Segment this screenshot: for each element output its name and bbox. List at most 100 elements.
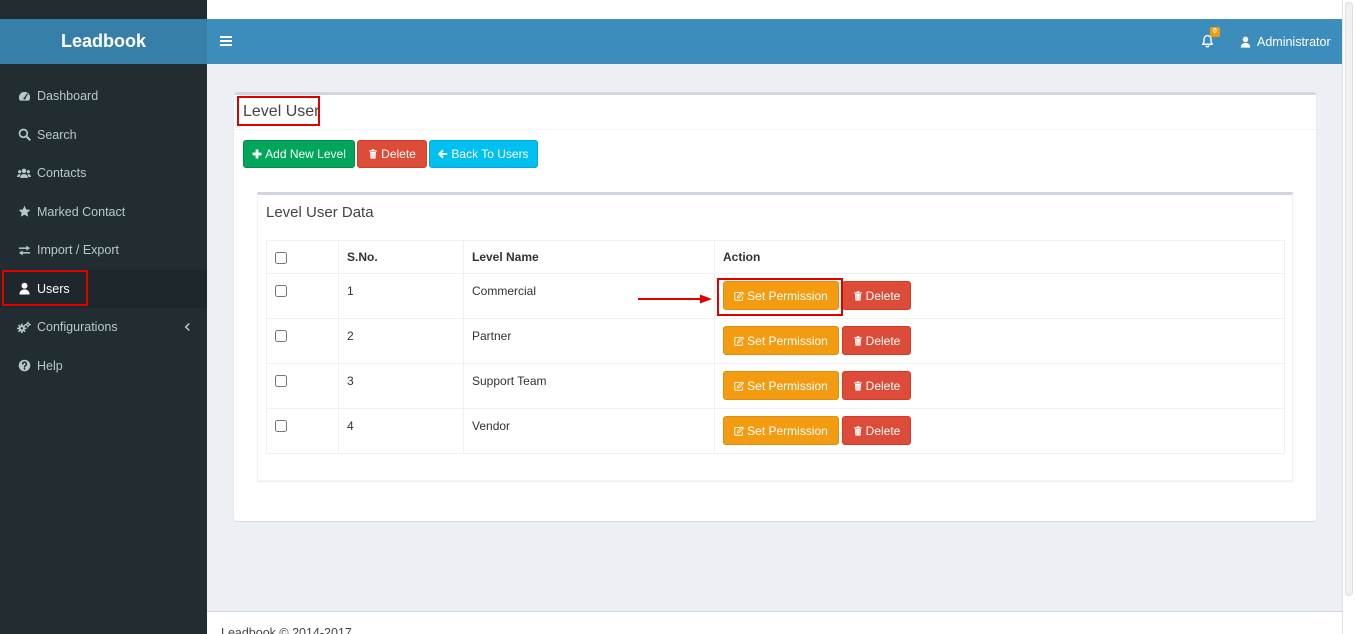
table-row: 3 Support Team Set Permission Delete	[266, 363, 1285, 409]
level-table: S.No. Level Name Action 1 Commercial Set…	[266, 240, 1285, 454]
plus-icon	[252, 149, 262, 159]
box-header: Level User	[234, 95, 1316, 130]
cell-action: Set Permission Delete	[714, 318, 1285, 364]
table-header-row: S.No. Level Name Action	[266, 240, 1285, 274]
cell-sno: 1	[338, 273, 464, 319]
sidebar-item-import-export[interactable]: Import / Export	[0, 231, 207, 270]
edit-icon	[734, 425, 745, 436]
sidebar-item-search[interactable]: Search	[0, 116, 207, 155]
column-header-action: Action	[714, 240, 1285, 274]
row-delete-button[interactable]: Delete	[842, 416, 911, 445]
edit-icon	[734, 380, 745, 391]
set-permission-label: Set Permission	[747, 378, 828, 393]
trash-icon	[368, 149, 378, 159]
sidebar-item-label: Configurations	[37, 320, 118, 335]
add-new-level-label: Add New Level	[265, 147, 346, 161]
row-delete-button[interactable]: Delete	[842, 281, 911, 310]
exchange-icon	[17, 244, 31, 257]
trash-icon	[853, 335, 863, 346]
bars-icon	[220, 36, 232, 46]
set-permission-button[interactable]: Set Permission	[723, 326, 839, 355]
users-icon	[17, 167, 31, 180]
user-menu[interactable]: Administrator	[1240, 19, 1331, 64]
sidebar-item-label: Search	[37, 127, 77, 142]
notifications-button[interactable]: 0	[1201, 27, 1220, 48]
cell-select	[266, 363, 339, 409]
sidebar-item-contacts[interactable]: Contacts	[0, 154, 207, 193]
sidebar-item-label: Marked Contact	[37, 204, 126, 219]
set-permission-label: Set Permission	[747, 423, 828, 438]
level-user-box: Level User Add New Level Delete Back To …	[234, 92, 1316, 521]
sidebar-item-label: Contacts	[37, 166, 87, 181]
cogs-icon	[17, 321, 31, 334]
annotation-arrow-icon	[636, 293, 714, 305]
sidebar-item-marked-contact[interactable]: Marked Contact	[0, 193, 207, 232]
sidebar-item-configurations[interactable]: Configurations	[0, 308, 207, 347]
cell-sno: 2	[338, 318, 464, 364]
cell-select	[266, 408, 339, 454]
cell-action: Set Permission Delete	[714, 363, 1285, 409]
level-user-data-box: Level User Data S.No. Level Name Action …	[257, 192, 1293, 481]
row-delete-label: Delete	[865, 423, 901, 438]
sidebar-item-users[interactable]: Users	[0, 269, 207, 308]
arrow-left-icon	[438, 149, 448, 159]
cell-select	[266, 273, 339, 319]
delete-button[interactable]: Delete	[357, 140, 427, 168]
trash-icon	[853, 380, 863, 391]
footer-copyright: Leadbook © 2014-2017	[221, 626, 352, 634]
back-to-users-label: Back To Users	[451, 147, 529, 161]
dashboard-icon	[17, 90, 31, 103]
cell-select	[266, 318, 339, 364]
row-delete-button[interactable]: Delete	[842, 371, 911, 400]
row-delete-label: Delete	[865, 333, 901, 348]
user-name: Administrator	[1257, 34, 1331, 49]
row-checkbox[interactable]	[275, 330, 287, 342]
notification-badge: 0	[1210, 27, 1220, 37]
sidebar-toggle-button[interactable]	[220, 36, 232, 46]
level-user-data-title: Level User Data	[266, 204, 374, 221]
question-circle-icon	[17, 359, 31, 372]
table-row: 2 Partner Set Permission Delete	[266, 318, 1285, 364]
sidebar-item-label: Import / Export	[37, 243, 119, 258]
delete-label: Delete	[381, 147, 416, 161]
trash-icon	[853, 425, 863, 436]
chevron-left-icon[interactable]	[184, 322, 191, 332]
set-permission-label: Set Permission	[747, 288, 828, 303]
search-icon	[17, 128, 31, 141]
sidebar-item-dashboard[interactable]: Dashboard	[0, 77, 207, 116]
cell-action: Set Permission Delete	[714, 408, 1285, 454]
select-all-checkbox[interactable]	[275, 251, 287, 264]
row-delete-button[interactable]: Delete	[842, 326, 911, 355]
cell-action: Set Permission Delete	[714, 273, 1285, 319]
sidebar: Leadbook Dashboard Search Contacts Marke…	[0, 0, 207, 634]
sidebar-item-label: Help	[37, 358, 63, 373]
set-permission-button[interactable]: Set Permission	[723, 371, 839, 400]
cell-sno: 4	[338, 408, 464, 454]
scrollbar-thumb[interactable]	[1345, 2, 1353, 596]
row-delete-label: Delete	[865, 288, 901, 303]
user-icon	[17, 282, 31, 295]
vertical-scrollbar[interactable]	[1342, 0, 1355, 634]
logo-text: Leadbook	[60, 31, 146, 51]
row-checkbox[interactable]	[275, 420, 287, 432]
top-strip	[207, 0, 1342, 19]
table-row: 4 Vendor Set Permission Delete	[266, 408, 1285, 454]
set-permission-button[interactable]: Set Permission	[723, 281, 839, 310]
sidebar-item-help[interactable]: Help	[0, 347, 207, 386]
set-permission-label: Set Permission	[747, 333, 828, 348]
footer: Leadbook © 2014-2017	[207, 611, 1342, 634]
logo[interactable]: Leadbook	[0, 19, 207, 64]
add-new-level-button[interactable]: Add New Level	[243, 140, 355, 168]
back-to-users-button[interactable]: Back To Users	[429, 140, 538, 168]
column-header-select	[266, 240, 339, 274]
set-permission-button[interactable]: Set Permission	[723, 416, 839, 445]
edit-icon	[734, 290, 745, 301]
table-row: 1 Commercial Set Permission Delete	[266, 273, 1285, 319]
cell-sno: 3	[338, 363, 464, 409]
trash-icon	[853, 290, 863, 301]
sidebar-item-label: Dashboard	[37, 89, 99, 104]
row-checkbox[interactable]	[275, 375, 287, 387]
column-header-sno: S.No.	[338, 240, 464, 274]
content-area: Level User Add New Level Delete Back To …	[207, 64, 1342, 611]
row-checkbox[interactable]	[275, 285, 287, 297]
